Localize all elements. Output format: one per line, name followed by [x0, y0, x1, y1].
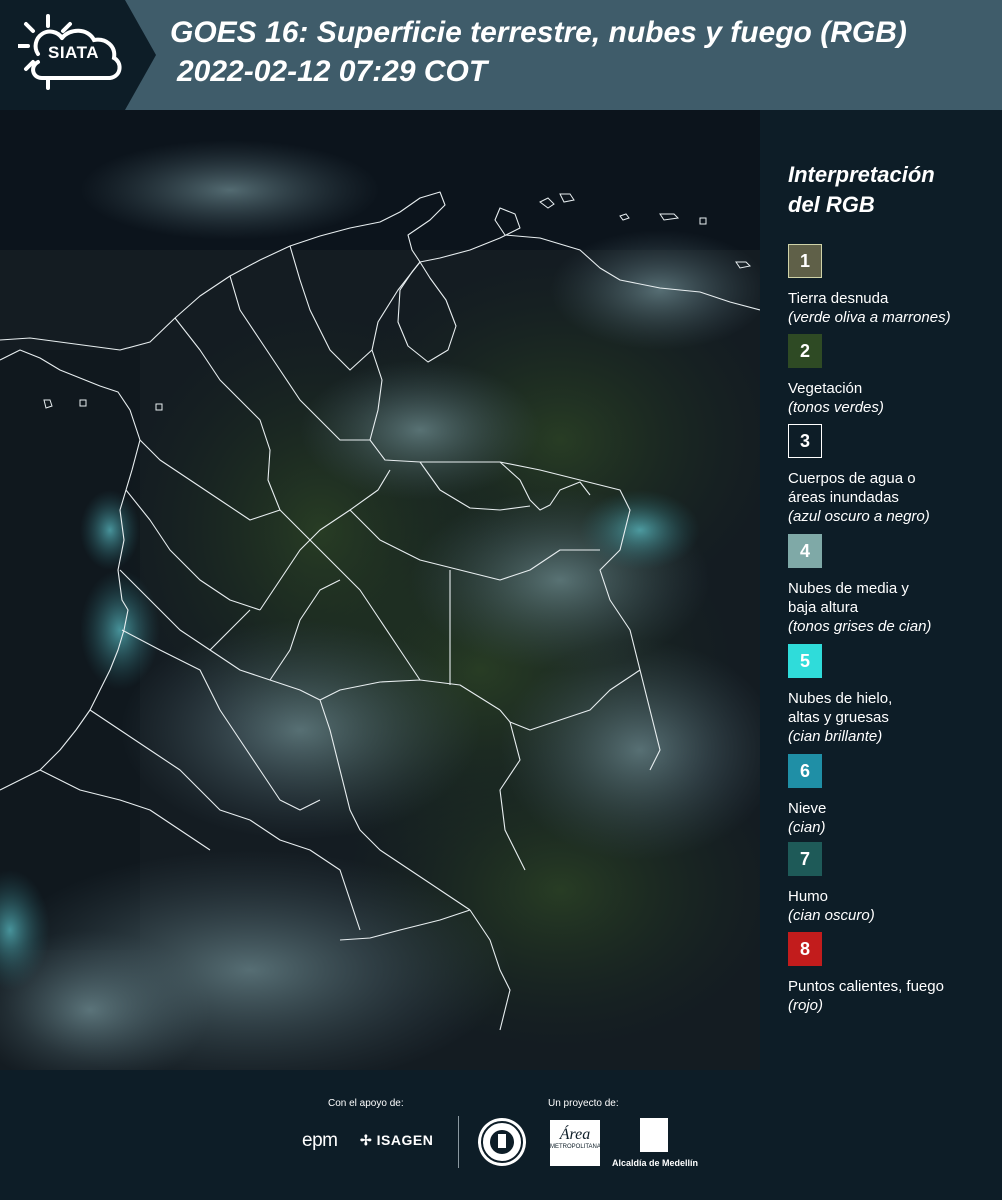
- legend-swatch: 1: [788, 244, 822, 278]
- rgb-legend: Interpretación del RGB 1 Tierra desnuda …: [760, 110, 1002, 1070]
- legend-title: Interpretación del RGB: [788, 160, 988, 220]
- legend-swatch: 4: [788, 534, 822, 568]
- legend-item-label-2: altas y gruesas: [788, 709, 889, 726]
- isagen-text: ISAGEN: [376, 1132, 434, 1148]
- legend-item-label: Cuerpos de agua o: [788, 470, 916, 487]
- area-logo-text: Área: [559, 1126, 591, 1143]
- project-label: Un proyecto de:: [548, 1098, 619, 1109]
- legend-item-label-2: áreas inundadas: [788, 489, 899, 506]
- seal-icon: [481, 1121, 523, 1163]
- legend-swatch: 6: [788, 754, 822, 788]
- page-timestamp: 2022-02-12 07:29 COT: [177, 55, 488, 88]
- legend-item-desc: (cian): [788, 819, 826, 836]
- legend-swatch: 7: [788, 842, 822, 876]
- legend-item-label-2: baja altura: [788, 599, 859, 616]
- legend-item-1: 1 Tierra desnuda (verde oliva a marrones…: [788, 244, 998, 327]
- legend-item-label: Puntos calientes, fuego: [788, 978, 944, 995]
- legend-item-desc: (cian oscuro): [788, 907, 875, 924]
- legend-item-label: Nieve: [788, 800, 827, 817]
- legend-title-line2: del RGB: [788, 192, 875, 217]
- legend-item-2: 2 Vegetación (tonos verdes): [788, 334, 998, 417]
- legend-item-4: 4 Nubes de media y baja altura (tonos gr…: [788, 534, 998, 636]
- legend-item-label: Vegetación: [788, 380, 863, 397]
- isagen-logo: ✢ ISAGEN: [360, 1132, 433, 1149]
- page-title: GOES 16: Superficie terrestre, nubes y f…: [170, 16, 907, 49]
- legend-item-desc: (verde oliva a marrones): [788, 309, 951, 326]
- legend-item-8: 8 Puntos calientes, fuego (rojo): [788, 932, 998, 1015]
- area-metropolitana-logo: Área METROPOLITANA: [550, 1120, 601, 1166]
- legend-item-3: 3 Cuerpos de agua o áreas inundadas (azu…: [788, 424, 998, 526]
- legend-item-6: 6 Nieve (cian): [788, 754, 998, 837]
- legend-item-7: 7 Humo (cian oscuro): [788, 842, 998, 925]
- medellin-shield-icon: [640, 1118, 668, 1152]
- legend-item-label: Nubes de hielo,: [788, 690, 893, 707]
- legend-item-desc: (tonos verdes): [788, 399, 884, 416]
- isagen-icon: ✢: [360, 1132, 373, 1148]
- legend-item-label: Tierra desnuda: [788, 290, 889, 307]
- antioquia-seal-logo: [478, 1118, 526, 1166]
- legend-item-desc: (tonos grises de cian): [788, 618, 932, 635]
- legend-item-desc: (rojo): [788, 997, 824, 1014]
- header-bar: SIATA GOES 16: Superficie terrestre, nub…: [0, 0, 1002, 110]
- legend-item-label: Humo: [788, 888, 829, 905]
- satellite-map: [0, 110, 760, 1070]
- map-image: [0, 110, 760, 1070]
- logo-text: SIATA: [48, 43, 99, 62]
- legend-swatch: 5: [788, 644, 822, 678]
- legend-title-line1: Interpretación: [788, 162, 935, 187]
- legend-swatch: 3: [788, 424, 822, 458]
- support-label: Con el apoyo de:: [328, 1098, 404, 1109]
- epm-logo: epm: [302, 1130, 338, 1151]
- legend-item-desc: (cian brillante): [788, 728, 883, 745]
- legend-item-5: 5 Nubes de hielo, altas y gruesas (cian …: [788, 644, 998, 746]
- footer: Con el apoyo de: Un proyecto de: epm ✢ I…: [0, 1070, 1002, 1200]
- siata-logo: SIATA: [0, 0, 156, 110]
- area-logo-sub: METROPOLITANA: [550, 1144, 601, 1150]
- alcaldia-medellin-logo: Alcaldía de Medellín: [612, 1158, 699, 1168]
- footer-divider: [458, 1116, 459, 1168]
- legend-item-desc: (azul oscuro a negro): [788, 508, 930, 525]
- legend-swatch: 8: [788, 932, 822, 966]
- legend-swatch: 2: [788, 334, 822, 368]
- legend-item-label: Nubes de media y: [788, 580, 909, 597]
